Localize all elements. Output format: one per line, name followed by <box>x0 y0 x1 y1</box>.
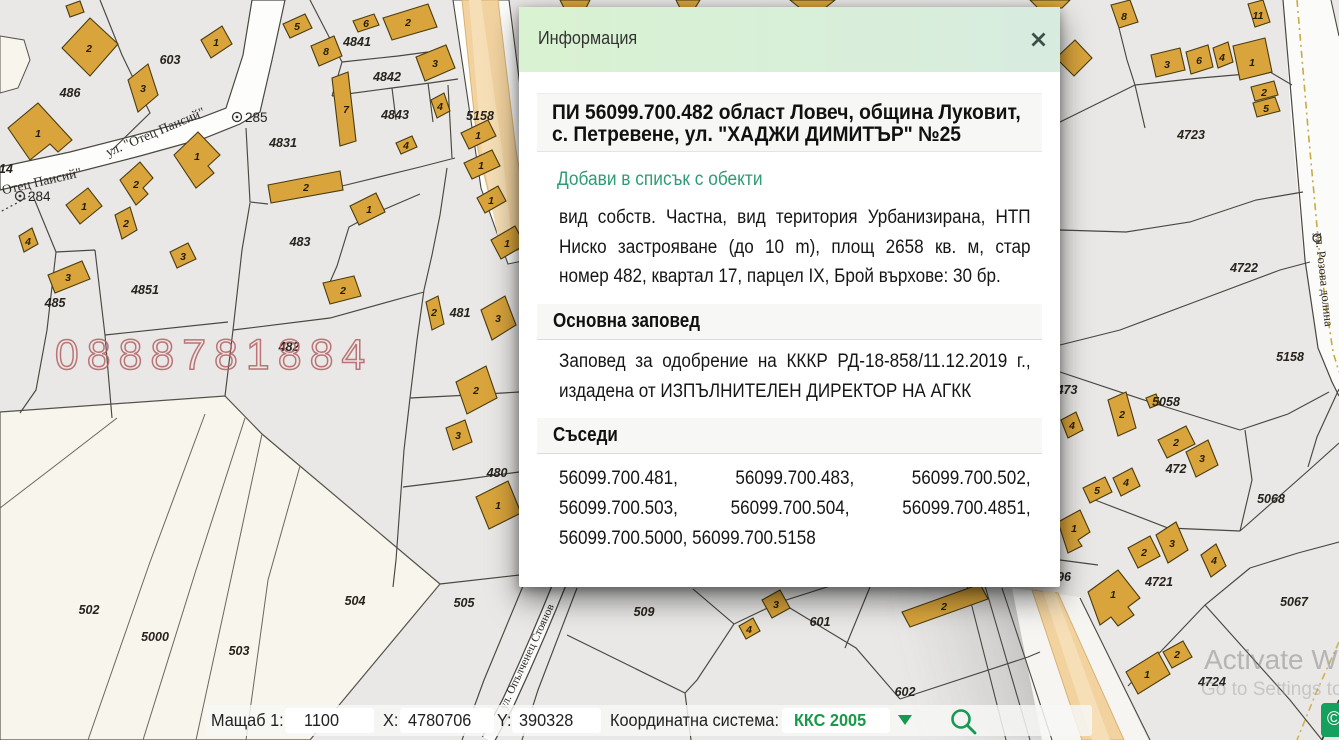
svg-text:4: 4 <box>1122 477 1129 489</box>
svg-text:4721: 4721 <box>1144 575 1173 589</box>
svg-text:2: 2 <box>302 182 309 194</box>
svg-text:2: 2 <box>430 307 437 319</box>
svg-text:8: 8 <box>323 46 329 58</box>
svg-text:1: 1 <box>475 130 481 142</box>
svg-text:5: 5 <box>1094 485 1100 497</box>
svg-text:603: 603 <box>160 53 181 67</box>
svg-text:5067: 5067 <box>1280 595 1309 609</box>
svg-text:1: 1 <box>1071 523 1077 535</box>
svg-text:2: 2 <box>132 179 139 191</box>
svg-text:4841: 4841 <box>342 35 371 49</box>
svg-text:4: 4 <box>402 140 409 152</box>
svg-text:14: 14 <box>0 162 13 176</box>
svg-text:0888781884: 0888781884 <box>55 332 373 379</box>
svg-text:480: 480 <box>486 466 508 480</box>
svg-text:486: 486 <box>59 86 82 100</box>
svg-text:3: 3 <box>65 272 71 284</box>
svg-text:4723: 4723 <box>1176 128 1205 142</box>
svg-text:1: 1 <box>81 201 87 213</box>
svg-text:6: 6 <box>363 18 369 30</box>
svg-text:1: 1 <box>495 500 501 512</box>
svg-text:3: 3 <box>432 58 438 70</box>
svg-text:3: 3 <box>495 313 501 325</box>
svg-text:2: 2 <box>85 43 92 55</box>
svg-text:4: 4 <box>1218 52 1225 64</box>
svg-text:1: 1 <box>1249 57 1255 69</box>
svg-text:3: 3 <box>1199 453 1205 465</box>
svg-text:1: 1 <box>504 238 510 250</box>
svg-text:3: 3 <box>180 251 186 263</box>
svg-text:2: 2 <box>472 385 479 397</box>
svg-text:6: 6 <box>1196 55 1202 67</box>
svg-text:5068: 5068 <box>1257 492 1285 506</box>
svg-text:1: 1 <box>366 204 372 216</box>
svg-text:4: 4 <box>1210 555 1217 567</box>
svg-text:3: 3 <box>773 599 779 611</box>
svg-text:1: 1 <box>488 195 494 207</box>
svg-text:5158: 5158 <box>1276 350 1304 364</box>
svg-text:4: 4 <box>436 101 443 113</box>
svg-text:2: 2 <box>1172 437 1179 449</box>
svg-text:5000: 5000 <box>141 630 169 644</box>
svg-text:4851: 4851 <box>130 283 159 297</box>
svg-text:1: 1 <box>1110 589 1116 601</box>
svg-text:481: 481 <box>449 306 471 320</box>
svg-text:4843: 4843 <box>380 108 409 122</box>
svg-text:509: 509 <box>634 605 655 619</box>
svg-text:2: 2 <box>940 601 947 613</box>
svg-text:4842: 4842 <box>372 70 401 84</box>
svg-text:3: 3 <box>1164 59 1170 71</box>
svg-text:11: 11 <box>1253 10 1264 22</box>
svg-text:601: 601 <box>810 615 831 629</box>
svg-text:2: 2 <box>339 285 346 297</box>
svg-text:5: 5 <box>294 21 300 33</box>
svg-text:502: 502 <box>79 603 100 617</box>
svg-text:1: 1 <box>478 160 484 172</box>
svg-text:5058: 5058 <box>1152 395 1180 409</box>
svg-text:8: 8 <box>1121 11 1127 23</box>
svg-text:284: 284 <box>28 189 51 204</box>
svg-text:1: 1 <box>213 37 219 49</box>
svg-text:4831: 4831 <box>268 136 297 150</box>
svg-text:1: 1 <box>1144 669 1150 681</box>
svg-text:5: 5 <box>1263 103 1269 115</box>
svg-text:3: 3 <box>455 430 461 442</box>
svg-text:3: 3 <box>140 83 146 95</box>
svg-text:504: 504 <box>345 594 366 608</box>
svg-text:2: 2 <box>122 218 129 230</box>
svg-text:505: 505 <box>454 596 476 610</box>
svg-text:3: 3 <box>1169 538 1175 550</box>
svg-text:285: 285 <box>245 110 268 125</box>
svg-text:602: 602 <box>895 685 916 699</box>
svg-text:2: 2 <box>1118 409 1125 421</box>
svg-text:483: 483 <box>289 235 311 249</box>
svg-text:4: 4 <box>24 236 31 248</box>
svg-text:2: 2 <box>404 17 411 29</box>
svg-text:2: 2 <box>1260 87 1267 99</box>
svg-text:2: 2 <box>1173 649 1180 661</box>
svg-text:1: 1 <box>35 128 41 140</box>
svg-text:1: 1 <box>194 151 200 163</box>
svg-text:485: 485 <box>44 296 67 310</box>
svg-text:4: 4 <box>1068 420 1075 432</box>
svg-text:2: 2 <box>1140 547 1147 559</box>
svg-text:5158: 5158 <box>466 109 494 123</box>
svg-text:4: 4 <box>745 624 752 636</box>
svg-text:503: 503 <box>229 644 250 658</box>
svg-text:4722: 4722 <box>1229 261 1258 275</box>
svg-text:472: 472 <box>1165 462 1187 476</box>
